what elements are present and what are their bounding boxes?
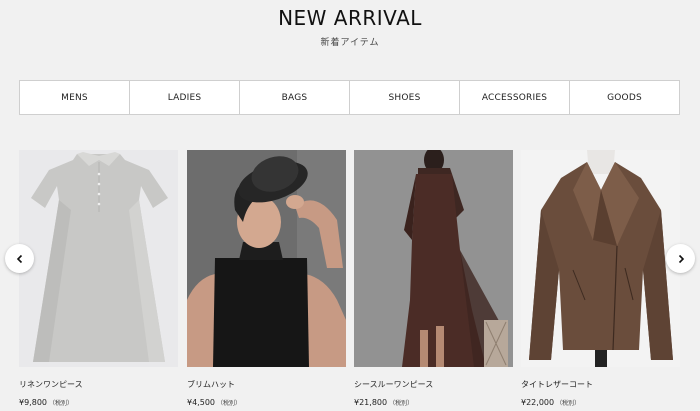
product-name[interactable]: タイトレザーコート: [521, 379, 680, 390]
product-name[interactable]: ブリムハット: [187, 379, 346, 390]
product-price: ¥21,800 （税別）: [354, 398, 513, 407]
category-accessories[interactable]: ACCESSORIES: [459, 81, 569, 114]
category-nav: MENS LADIES BAGS SHOES ACCESSORIES GOODS: [19, 80, 680, 115]
tax-note: （税別）: [556, 400, 581, 407]
price-value: ¥9,800: [19, 398, 47, 407]
new-arrival-section: NEW ARRIVAL 新着アイテム MENS LADIES BAGS SHOE…: [0, 0, 700, 411]
tax-note: （税別）: [49, 400, 74, 407]
tax-note: （税別）: [217, 400, 242, 407]
price-value: ¥4,500: [187, 398, 215, 407]
product-name[interactable]: シースルーワンピース: [354, 379, 513, 390]
carousel-prev-button[interactable]: [5, 244, 34, 273]
product-card[interactable]: リネンワンピース ¥9,800 （税別）: [19, 150, 178, 407]
product-name[interactable]: リネンワンピース: [19, 379, 178, 390]
category-mens[interactable]: MENS: [20, 81, 129, 114]
chevron-right-icon: [678, 254, 684, 263]
product-card[interactable]: ブリムハット ¥4,500 （税別）: [187, 150, 346, 407]
tax-note: （税別）: [389, 400, 414, 407]
price-value: ¥21,800: [354, 398, 388, 407]
price-value: ¥22,000: [521, 398, 555, 407]
product-image-brim-hat[interactable]: [187, 150, 346, 367]
category-ladies[interactable]: LADIES: [129, 81, 239, 114]
section-subtitle: 新着アイテム: [320, 38, 380, 48]
product-price: ¥22,000 （税別）: [521, 398, 680, 407]
product-carousel: リネンワンピース ¥9,800 （税別） ブリムハット ¥4,500 （税別） …: [0, 150, 700, 411]
category-shoes[interactable]: SHOES: [349, 81, 459, 114]
chevron-left-icon: [16, 254, 22, 263]
category-goods[interactable]: GOODS: [569, 81, 679, 114]
product-price: ¥9,800 （税別）: [19, 398, 178, 407]
product-card[interactable]: タイトレザーコート ¥22,000 （税別）: [521, 150, 680, 407]
carousel-next-button[interactable]: [666, 244, 695, 273]
product-image-leather-coat[interactable]: [521, 150, 680, 367]
product-card[interactable]: シースルーワンピース ¥21,800 （税別）: [354, 150, 513, 407]
product-image-seethrough-dress[interactable]: [354, 150, 513, 367]
product-price: ¥4,500 （税別）: [187, 398, 346, 407]
product-image-linen-dress[interactable]: [19, 150, 178, 367]
category-bags[interactable]: BAGS: [239, 81, 349, 114]
section-title: NEW ARRIVAL: [278, 6, 422, 30]
